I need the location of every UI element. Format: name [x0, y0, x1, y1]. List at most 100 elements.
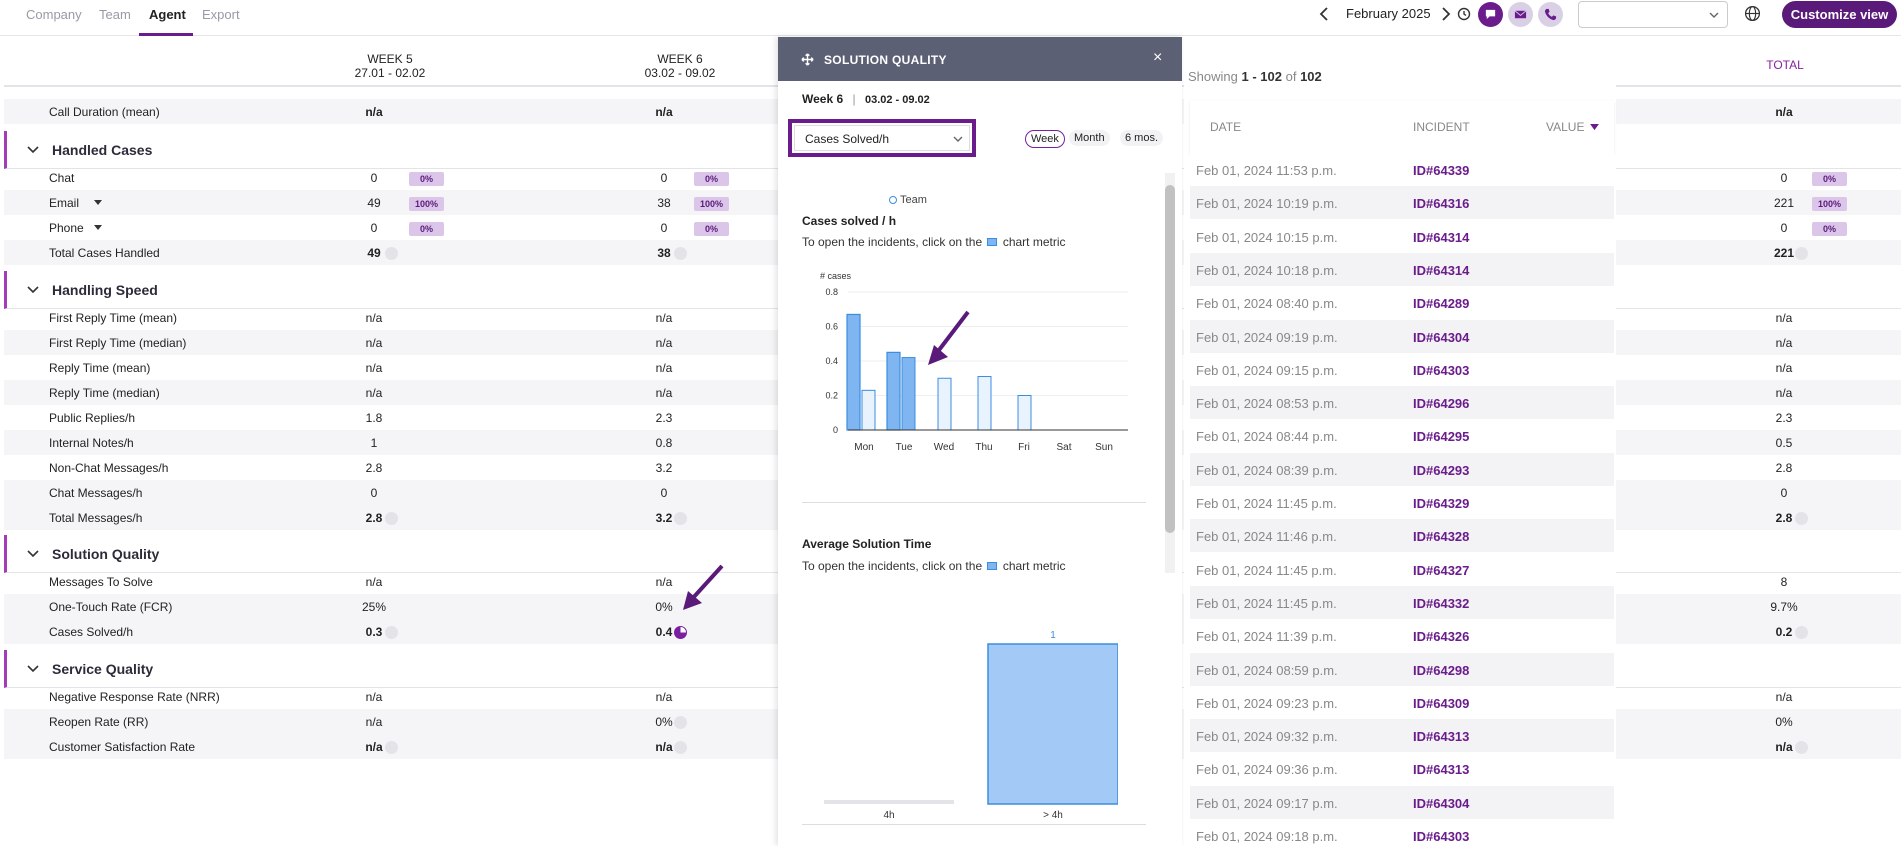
pie-chart-icon[interactable] — [674, 247, 687, 260]
incident-row[interactable]: Feb 01, 2024 10:15 p.m. ID#64314 1 — [1190, 219, 1614, 253]
incident-row[interactable]: Feb 01, 2024 09:17 p.m. ID#64304 1 — [1190, 785, 1614, 819]
incident-id-link[interactable]: ID#64293 — [1413, 463, 1469, 478]
tab-company[interactable]: Company — [26, 7, 82, 22]
value-column-header[interactable]: VALUE — [1546, 120, 1584, 134]
incident-row[interactable]: Feb 01, 2024 09:23 p.m. ID#64309 1 — [1190, 685, 1616, 719]
period-6mos-toggle[interactable]: 6 mos. — [1120, 130, 1164, 146]
panel-scrollbar-track[interactable] — [1165, 173, 1175, 573]
incident-id-link[interactable]: ID#64313 — [1413, 762, 1469, 777]
metric-select[interactable]: Cases Solved/h — [794, 125, 970, 151]
chart1-title: Cases solved / h — [802, 214, 897, 228]
pie-chart-icon[interactable] — [674, 741, 687, 754]
pie-chart-icon[interactable] — [1795, 741, 1808, 754]
incident-row[interactable]: Feb 01, 2024 11:45 p.m. ID#64329 1 — [1190, 486, 1614, 519]
incident-row[interactable]: Feb 01, 2024 11:45 p.m. ID#64332 1 — [1190, 585, 1614, 619]
incident-row[interactable]: Feb 01, 2024 08:44 p.m. ID#64295 1 — [1190, 419, 1614, 453]
incident-row[interactable]: Feb 01, 2024 09:18 p.m. ID#64303 1 — [1190, 819, 1614, 846]
incident-id-link[interactable]: ID#64296 — [1413, 396, 1469, 411]
week6-header: WEEK 6 03.02 - 09.02 — [630, 52, 730, 80]
close-icon[interactable]: × — [1153, 49, 1162, 67]
pie-chart-icon[interactable] — [674, 512, 687, 525]
incident-id-link[interactable]: ID#64289 — [1413, 296, 1469, 311]
pie-chart-icon[interactable] — [674, 626, 687, 639]
incident-id-link[interactable]: ID#64314 — [1413, 230, 1469, 245]
incident-date: Feb 01, 2024 08:53 p.m. — [1196, 396, 1338, 412]
panel-scrollbar-thumb[interactable] — [1165, 185, 1175, 533]
incident-row[interactable]: Feb 01, 2024 09:15 p.m. ID#64303 1 — [1190, 352, 1614, 386]
email-channel-button[interactable] — [1508, 2, 1533, 27]
chart-divider — [802, 502, 1146, 503]
incident-id-link[interactable]: ID#64328 — [1413, 529, 1469, 544]
bar-over-4h — [987, 643, 1118, 805]
incident-id-link[interactable]: ID#64295 — [1413, 429, 1469, 444]
period-week-toggle[interactable]: Week — [1025, 130, 1065, 148]
incident-row[interactable]: Feb 01, 2024 08:53 p.m. ID#64296 1 — [1190, 386, 1614, 420]
chevron-down-icon[interactable] — [26, 283, 40, 297]
customize-view-button[interactable]: Customize view — [1782, 1, 1897, 28]
caret-down-icon[interactable] — [94, 225, 102, 231]
chart2-hint: To open the incidents, click on the char… — [802, 559, 1066, 573]
incident-row[interactable]: Feb 01, 2024 10:19 p.m. ID#64316 1 — [1190, 186, 1614, 220]
chevron-left-icon[interactable] — [1318, 6, 1330, 22]
pie-chart-icon[interactable] — [385, 512, 398, 525]
period-month-toggle[interactable]: Month — [1069, 130, 1110, 146]
incident-id-link[interactable]: ID#64339 — [1413, 163, 1469, 178]
incident-id-link[interactable]: ID#64326 — [1413, 629, 1469, 644]
tab-team[interactable]: Team — [99, 7, 131, 22]
incident-id-link[interactable]: ID#64314 — [1413, 263, 1469, 278]
incident-row[interactable]: Feb 01, 2024 08:59 p.m. ID#64298 1 — [1190, 652, 1614, 686]
incident-id-link[interactable]: ID#64303 — [1413, 363, 1469, 378]
incident-row[interactable]: Feb 01, 2024 09:32 p.m. ID#64313 1 — [1190, 719, 1614, 753]
globe-icon[interactable] — [1744, 5, 1761, 22]
incident-row[interactable]: Feb 01, 2024 08:39 p.m. ID#64293 1 — [1190, 452, 1614, 486]
total-value: n/a — [1775, 105, 1793, 119]
incident-row[interactable]: Feb 01, 2024 09:36 p.m. ID#64313 1 — [1190, 752, 1614, 786]
pie-chart-icon[interactable] — [1795, 512, 1808, 525]
metric-label: One-Touch Rate (FCR) — [49, 600, 173, 614]
move-icon[interactable] — [801, 53, 814, 66]
incident-row[interactable]: Feb 01, 2024 11:46 p.m. ID#64328 1 — [1190, 519, 1614, 553]
chevron-down-icon[interactable] — [26, 143, 40, 157]
pie-chart-icon[interactable] — [385, 741, 398, 754]
filter-select[interactable] — [1578, 1, 1728, 28]
incident-id-link[interactable]: ID#64304 — [1413, 796, 1469, 811]
incident-id-link[interactable]: ID#64316 — [1413, 196, 1469, 211]
pie-chart-icon[interactable] — [1795, 247, 1808, 260]
pie-chart-icon[interactable] — [1795, 626, 1808, 639]
chat-channel-button[interactable] — [1478, 2, 1503, 27]
incident-row[interactable]: Feb 01, 2024 11:39 p.m. ID#64326 1 — [1190, 619, 1614, 653]
incident-row[interactable]: Feb 01, 2024 11:53 p.m. ID#64339 1 — [1190, 153, 1614, 186]
tab-export[interactable]: Export — [202, 7, 240, 22]
caret-down-icon[interactable] — [94, 200, 102, 206]
chevron-right-icon[interactable] — [1440, 6, 1452, 22]
pie-chart-icon[interactable] — [385, 247, 398, 260]
incident-id-link[interactable]: ID#64327 — [1413, 563, 1469, 578]
chevron-down-icon[interactable] — [26, 547, 40, 561]
incident-column-header[interactable]: INCIDENT — [1413, 120, 1470, 134]
incident-id-link[interactable]: ID#64304 — [1413, 330, 1469, 345]
incident-id-link[interactable]: ID#64329 — [1413, 496, 1469, 511]
tab-agent[interactable]: Agent — [149, 7, 186, 22]
metric-label: First Reply Time (median) — [49, 336, 187, 350]
date-column-header[interactable]: DATE — [1210, 120, 1241, 134]
phone-channel-button[interactable] — [1538, 2, 1563, 27]
pie-chart-icon[interactable] — [385, 626, 398, 639]
incident-row[interactable]: Feb 01, 2024 11:45 p.m. ID#64327 1 — [1190, 552, 1614, 586]
total-value: n/a — [1775, 311, 1793, 325]
incident-id-link[interactable]: ID#64332 — [1413, 596, 1469, 611]
incident-id-link[interactable]: ID#64303 — [1413, 829, 1469, 844]
incident-value: 1 — [1604, 696, 1616, 711]
week5-value: 25% — [361, 600, 387, 614]
incident-id-link[interactable]: ID#64298 — [1413, 663, 1469, 678]
incident-id-link[interactable]: ID#64313 — [1413, 729, 1469, 744]
x-tick-label: Thu — [975, 442, 992, 453]
sort-desc-icon[interactable] — [1590, 124, 1599, 131]
incident-row[interactable]: Feb 01, 2024 08:40 p.m. ID#64289 1 — [1190, 286, 1614, 320]
panel-period: Week 6 | 03.02 - 09.02 — [802, 92, 930, 106]
chevron-down-icon[interactable] — [26, 662, 40, 676]
incident-row[interactable]: Feb 01, 2024 09:19 p.m. ID#64304 1 — [1190, 319, 1614, 353]
pie-chart-icon[interactable] — [674, 716, 687, 729]
incident-row[interactable]: Feb 01, 2024 10:18 p.m. ID#64314 1 — [1190, 252, 1614, 286]
incident-id-link[interactable]: ID#64309 — [1413, 696, 1469, 711]
history-icon[interactable] — [1456, 6, 1472, 22]
